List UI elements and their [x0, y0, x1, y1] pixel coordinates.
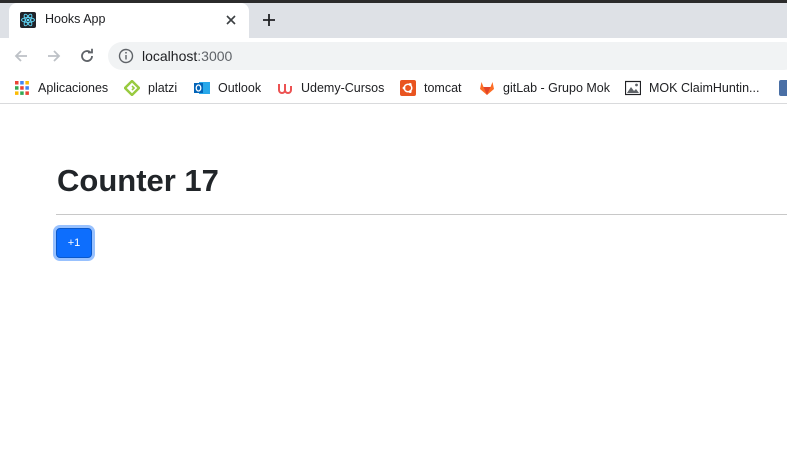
address-bar[interactable]: localhost:3000	[108, 42, 787, 70]
bookmark-label: Aplicaciones	[38, 81, 109, 95]
ubuntu-icon	[400, 80, 416, 96]
url-text: localhost:3000	[142, 48, 232, 64]
info-icon[interactable]	[118, 48, 134, 64]
react-icon	[20, 12, 36, 28]
reload-icon[interactable]	[75, 44, 99, 68]
outlook-icon	[194, 80, 210, 96]
udemy-icon	[277, 80, 293, 96]
new-tab-icon[interactable]	[259, 10, 279, 30]
browser-tab[interactable]: Hooks App	[9, 3, 249, 38]
url-port: :3000	[197, 48, 233, 64]
bookmark-label: Outlook	[218, 81, 262, 95]
bookmark-mok-claimhunting[interactable]: MOK ClaimHuntin...	[625, 79, 759, 97]
bookmark-label: platzi	[148, 81, 178, 95]
tab-title: Hooks App	[45, 12, 106, 26]
browser-toolbar: localhost:3000	[0, 38, 787, 74]
page-title: Counter 17	[57, 163, 219, 198]
forward-icon[interactable]	[42, 44, 66, 68]
gitlab-icon	[479, 80, 495, 96]
bookmark-label: Udemy-Cursos	[301, 81, 385, 95]
bookmark-label: MOK ClaimHuntin...	[649, 81, 760, 95]
bookmark-apps[interactable]: Aplicaciones	[14, 79, 108, 97]
bookmark-udemy[interactable]: Udemy-Cursos	[277, 79, 384, 97]
page-content: Counter 17 +1	[0, 104, 787, 465]
overflow-bookmark-icon[interactable]	[779, 80, 787, 96]
bookmark-gitlab[interactable]: gitLab - Grupo Mok	[479, 79, 610, 97]
bookmark-outlook[interactable]: Outlook	[194, 79, 261, 97]
apps-grid-icon	[14, 80, 30, 96]
image-icon	[625, 80, 641, 96]
divider	[56, 214, 787, 215]
bookmarks-bar: Aplicaciones platzi Outlook Udemy-Cursos…	[0, 74, 787, 102]
bookmark-platzi[interactable]: platzi	[124, 79, 177, 97]
increment-button[interactable]: +1	[56, 228, 92, 258]
bookmark-tomcat[interactable]: tomcat	[400, 79, 462, 97]
platzi-icon	[124, 80, 140, 96]
bookmark-label: tomcat	[424, 81, 462, 95]
back-icon[interactable]	[9, 44, 33, 68]
url-host: localhost	[142, 48, 198, 64]
close-tab-icon[interactable]	[223, 12, 239, 28]
bookmark-label: gitLab - Grupo Mok	[503, 81, 610, 95]
tab-strip: Hooks App	[0, 0, 787, 38]
